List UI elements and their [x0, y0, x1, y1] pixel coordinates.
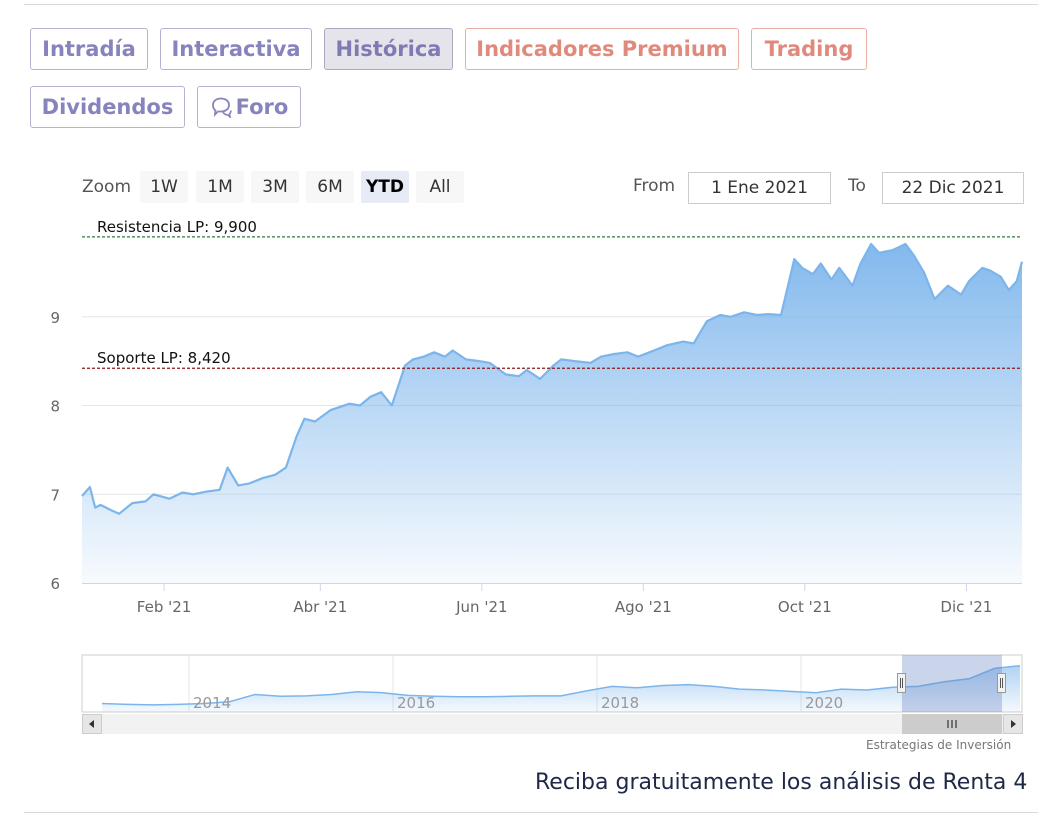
tab-label: Indicadores Premium [476, 37, 728, 61]
newsletter-cta[interactable]: Reciba gratuitamente los análisis de Ren… [535, 770, 1027, 795]
tab-interactiva[interactable]: Interactiva [160, 28, 312, 70]
range-button-all[interactable]: All [416, 171, 464, 203]
x-tick-label: Abr '21 [293, 598, 347, 616]
from-date-input[interactable]: 1 Ene 2021 [688, 172, 831, 204]
navigator-tick-label: 2014 [193, 694, 231, 712]
navigator-handle-left[interactable] [897, 673, 906, 693]
tab-historica[interactable]: Histórica [324, 28, 453, 70]
tab-label: Histórica [335, 37, 442, 61]
y-tick-label: 7 [50, 486, 60, 504]
tab-trading[interactable]: Trading [751, 28, 867, 70]
navigator-tick-label: 2018 [601, 694, 639, 712]
top-divider [24, 4, 1038, 5]
price-area [82, 244, 1022, 583]
y-tick-label: 9 [50, 309, 60, 327]
range-button-label: 6M [317, 177, 343, 197]
range-button-1m[interactable]: 1M [196, 171, 244, 203]
navigator-handle-right[interactable] [997, 673, 1006, 693]
navigator-selected-range [902, 655, 1002, 712]
y-tick-label: 6 [50, 575, 60, 593]
range-button-1w[interactable]: 1W [140, 171, 188, 203]
navigator-line [101, 664, 1021, 706]
tab-indicadores-premium[interactable]: Indicadores Premium [465, 28, 739, 70]
x-tick-label: Ago '21 [615, 598, 672, 616]
tab-label: Dividendos [41, 95, 174, 119]
x-tick-label: Feb '21 [137, 598, 192, 616]
tab-intradia[interactable]: Intradía [30, 28, 148, 70]
range-button-6m[interactable]: 6M [306, 171, 354, 203]
y-tick-label: 8 [50, 398, 60, 416]
range-button-label: YTD [365, 177, 405, 197]
x-tick-label: Jun '21 [455, 598, 507, 616]
scrollbar-thumb[interactable] [902, 714, 1002, 734]
tab-label: Intradía [42, 37, 136, 61]
range-button-label: 1W [150, 177, 178, 197]
bottom-divider [24, 812, 1038, 813]
to-date-value: 22 Dic 2021 [901, 178, 1005, 198]
from-date-value: 1 Ene 2021 [711, 178, 808, 198]
tab-label: Trading [764, 37, 854, 61]
range-button-label: 1M [207, 177, 233, 197]
tab-label: Foro [235, 95, 289, 119]
to-date-input[interactable]: 22 Dic 2021 [882, 172, 1024, 204]
scrollbar-right-arrow[interactable] [1003, 714, 1023, 734]
tab-foro[interactable]: Foro [197, 86, 301, 128]
price-line [81, 242, 1024, 515]
from-label: From [633, 176, 676, 196]
chart-credit[interactable]: Estrategias de Inversión [866, 738, 1011, 752]
navigator-panel [81, 654, 1023, 713]
x-tick-label: Oct '21 [778, 598, 832, 616]
tab-dividendos[interactable]: Dividendos [30, 86, 185, 128]
speech-bubbles-icon [210, 96, 232, 118]
range-button-3m[interactable]: 3M [251, 171, 299, 203]
navigator-tick-label: 2016 [397, 694, 435, 712]
resistance-label: Resistencia LP: 9,900 [97, 218, 257, 236]
range-button-label: 3M [262, 177, 288, 197]
range-button-ytd[interactable]: YTD [361, 171, 409, 203]
range-button-label: All [429, 177, 451, 197]
to-label: To [848, 176, 866, 196]
zoom-label: Zoom [82, 177, 132, 197]
scrollbar-track[interactable] [102, 714, 1003, 734]
support-label: Soporte LP: 8,420 [97, 349, 231, 367]
navigator-area [102, 665, 1020, 712]
x-tick-label: Dic '21 [940, 598, 992, 616]
navigator-tick-label: 2020 [805, 694, 843, 712]
scrollbar-left-arrow[interactable] [82, 714, 102, 734]
tab-label: Interactiva [171, 37, 301, 61]
